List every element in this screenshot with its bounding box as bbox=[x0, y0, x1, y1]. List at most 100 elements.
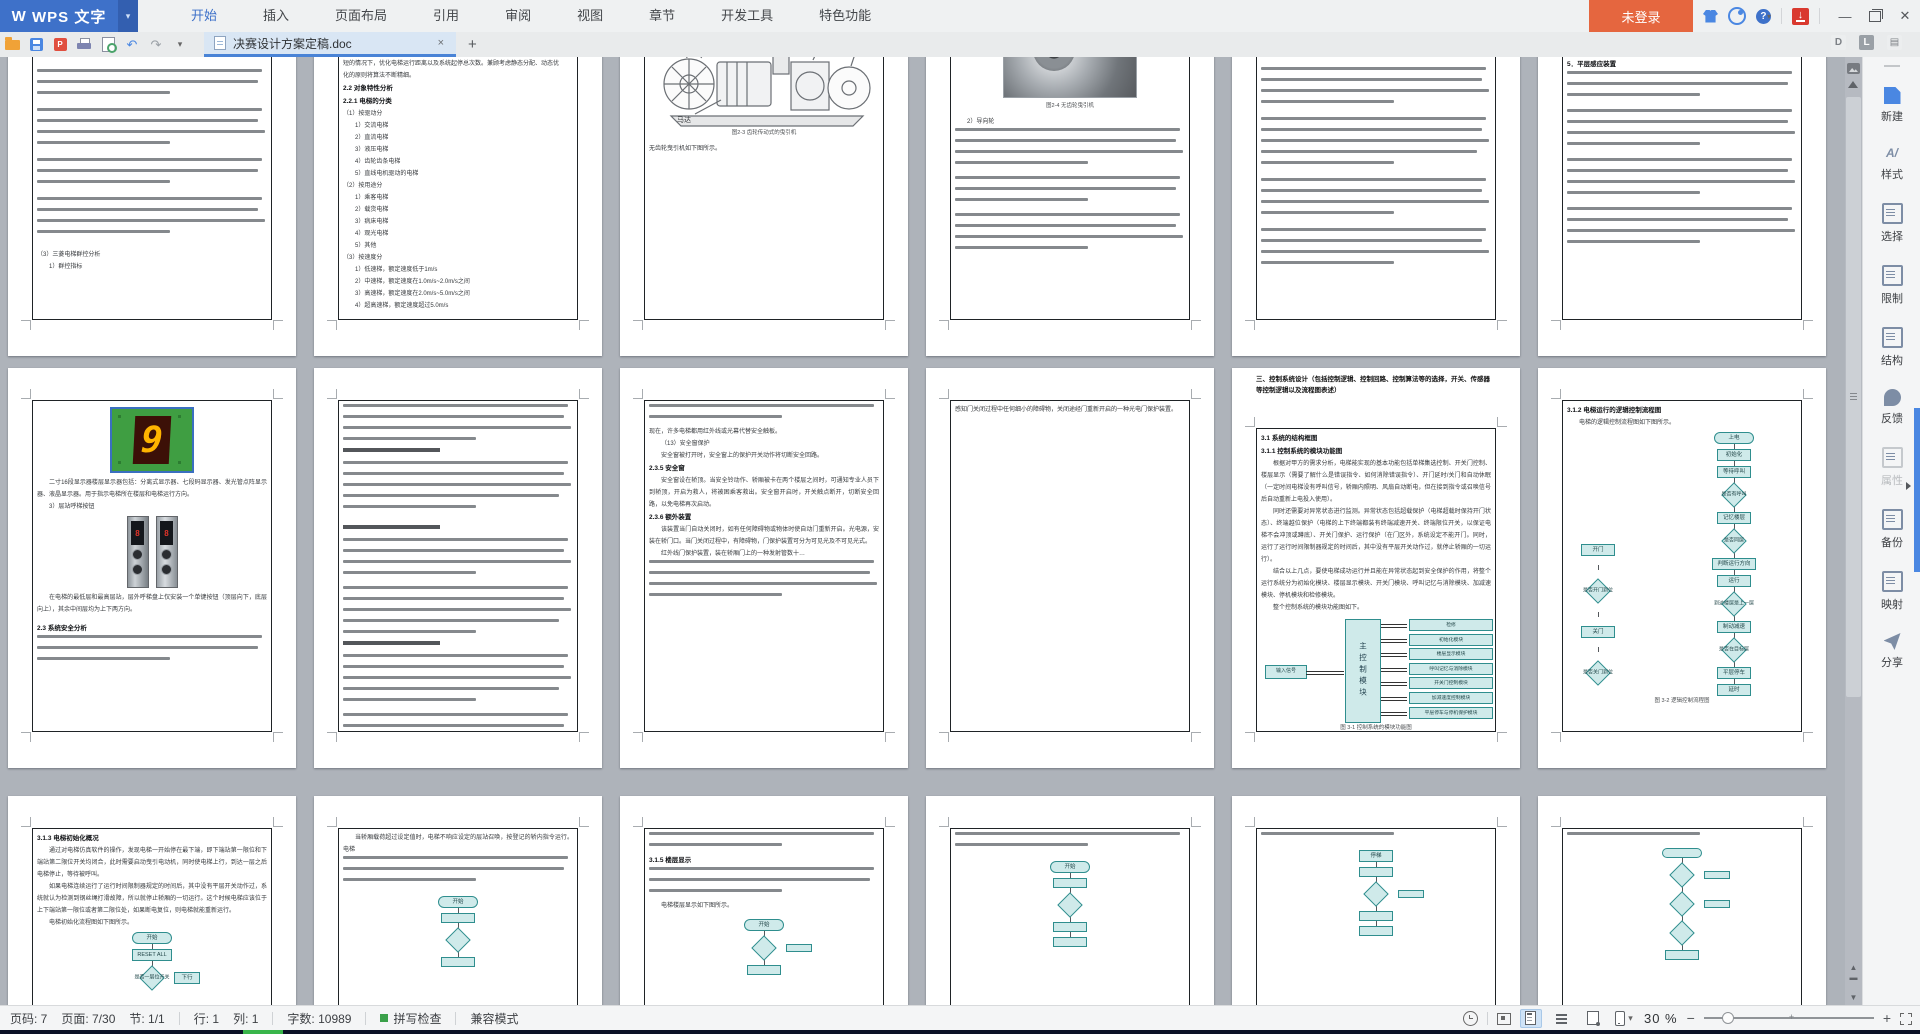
sidebar-item-选择[interactable]: 选择 bbox=[1863, 203, 1920, 244]
margin-mark bbox=[1551, 389, 1561, 399]
print-icon[interactable] bbox=[72, 32, 96, 57]
page-view-button[interactable] bbox=[1520, 1009, 1542, 1028]
undo-icon[interactable]: ↶ bbox=[120, 32, 144, 57]
print-preview-icon[interactable] bbox=[96, 32, 120, 57]
document-page[interactable]: 短的情况下，优化电梯运行距离以及系统起停总次数。兼顾考虑静态分配、动态优化的原则… bbox=[314, 57, 602, 356]
sidebar-accent-bar[interactable] bbox=[1914, 408, 1920, 572]
sidebar-collapse-handle[interactable] bbox=[1884, 65, 1900, 67]
menu-tab-审阅[interactable]: 审阅 bbox=[482, 0, 554, 32]
document-page[interactable] bbox=[314, 368, 602, 768]
spell-check-status[interactable]: 拼写检查 bbox=[380, 1010, 441, 1027]
page-nav-icon[interactable] bbox=[1847, 63, 1860, 74]
document-page[interactable] bbox=[1538, 796, 1826, 1005]
text-line-placeholder bbox=[955, 161, 1088, 164]
title-bar: W WPS 文字 ▾ 开始插入页面布局引用审阅视图章节开发工具特色功能 未登录 … bbox=[0, 0, 1920, 33]
zoom-slider[interactable]: + bbox=[1704, 1011, 1874, 1025]
download-icon[interactable]: ↓ bbox=[1792, 8, 1809, 25]
menu-tab-特色功能[interactable]: 特色功能 bbox=[796, 0, 894, 32]
sidebar-item-label: 限制 bbox=[1881, 290, 1903, 306]
toolbar-dropdown-icon[interactable]: ▾ bbox=[168, 32, 192, 57]
document-tab[interactable]: 决赛设计方案定稿.doc × bbox=[204, 32, 456, 57]
weibo-icon[interactable] bbox=[1728, 7, 1746, 25]
side-mode-icon[interactable]: D bbox=[1831, 35, 1846, 50]
task-window-icon[interactable]: L bbox=[1859, 35, 1874, 50]
vertical-scrollbar[interactable]: ▲▬ ▼ bbox=[1845, 57, 1862, 1005]
status-word-count[interactable]: 字数: 10989 bbox=[287, 1010, 351, 1027]
doc-line: 1）交流电梯 bbox=[343, 120, 573, 132]
document-page[interactable]: 现在，许多电梯都用红外线或光幕代替安全触板。（13）安全窗保护安全窗被打开时，安… bbox=[620, 368, 908, 768]
new-tab-button[interactable]: + bbox=[468, 36, 477, 53]
document-page[interactable]: 停梯 bbox=[1232, 796, 1520, 1005]
document-page[interactable]: 当轿厢载荷超过设定值时，电梯不响应设定的层站召唤，按登记的轿内指令运行。电梯开始 bbox=[314, 796, 602, 1005]
document-page[interactable]: 感知门关闭过程中任何细小的障碍物，关闭途经门重新开启的一种光电门保护装置。 bbox=[926, 368, 1214, 768]
document-page[interactable]: 3.1.2 电梯运行的逻辑控制流程图电梯的逻辑控制流程图如下图所示。上电初始化等… bbox=[1538, 368, 1826, 768]
document-page[interactable]: 曳引轮图2-4 无齿轮曳引机2）导向轮 bbox=[926, 57, 1214, 356]
history-icon[interactable] bbox=[1463, 1011, 1478, 1026]
document-page[interactable]: 3.1.3 电梯初始化概况通过对电梯仿真软件的操作，发现电梯一开始停在最下端，即… bbox=[8, 796, 296, 1005]
save-icon[interactable] bbox=[24, 32, 48, 57]
zoom-out-button[interactable]: − bbox=[1687, 1010, 1695, 1026]
fit-page-icon[interactable] bbox=[1900, 1013, 1912, 1025]
scrollbar-thumb[interactable] bbox=[1846, 97, 1861, 697]
zoom-slider-thumb[interactable] bbox=[1722, 1012, 1734, 1024]
margin-mark bbox=[1245, 732, 1255, 742]
status-section: 节: 1/1 bbox=[129, 1010, 164, 1027]
restore-button[interactable] bbox=[1860, 0, 1890, 32]
sidebar-item-映射[interactable]: 映射 bbox=[1863, 571, 1920, 612]
menu-tab-页面布局[interactable]: 页面布局 bbox=[312, 0, 410, 32]
sidebar-item-限制[interactable]: 限制 bbox=[1863, 265, 1920, 306]
menu-tab-引用[interactable]: 引用 bbox=[410, 0, 482, 32]
logo-caret-icon[interactable]: ▾ bbox=[118, 0, 138, 32]
redo-icon[interactable]: ↷ bbox=[144, 32, 168, 57]
zoom-level[interactable]: 30 % bbox=[1644, 1011, 1678, 1026]
wps-logo[interactable]: W WPS 文字 bbox=[0, 0, 118, 32]
document-page[interactable]: 马达风机制动器（抱闸）减速齿轮箱盘车手轮/飞轮曳引轮马达图2-3 齿轮传动式的曳… bbox=[620, 57, 908, 356]
sidebar-item-反馈[interactable]: 反馈 bbox=[1863, 389, 1920, 426]
menu-tab-开发工具[interactable]: 开发工具 bbox=[698, 0, 796, 32]
menu-tab-开始[interactable]: 开始 bbox=[168, 0, 240, 32]
scroll-up-icon[interactable] bbox=[1848, 81, 1858, 88]
flow-step bbox=[1053, 878, 1087, 888]
document-page[interactable]: 开始 bbox=[926, 796, 1214, 1005]
sidebar-item-分享[interactable]: 分享 bbox=[1863, 633, 1920, 670]
export-pdf-icon[interactable]: P bbox=[48, 32, 72, 57]
close-tab-icon[interactable]: × bbox=[436, 37, 446, 49]
zoom-in-button[interactable]: + bbox=[1883, 1010, 1891, 1026]
sidebar-item-备份[interactable]: 备份 bbox=[1863, 509, 1920, 550]
flow-step: 制动减速 bbox=[1717, 621, 1751, 633]
margin-mark bbox=[633, 732, 643, 742]
margin-mark bbox=[1803, 389, 1813, 399]
document-page[interactable]: 5．平层感应装置 bbox=[1538, 57, 1826, 356]
sidebar-item-结构[interactable]: 结构 bbox=[1863, 327, 1920, 368]
outline-view-button[interactable] bbox=[1551, 1009, 1573, 1028]
sidebar-item-样式[interactable]: A/样式 bbox=[1863, 145, 1920, 182]
login-button[interactable]: 未登录 bbox=[1589, 0, 1693, 32]
fullscreen-view-icon[interactable] bbox=[1497, 1013, 1511, 1025]
menu-tab-章节[interactable]: 章节 bbox=[626, 0, 698, 32]
figure-caption: 图2-4 无齿轮曳引机 bbox=[955, 101, 1185, 112]
web-view-button[interactable] bbox=[1582, 1009, 1604, 1028]
next-page-button[interactable]: ▼ bbox=[1847, 993, 1860, 1003]
diagram-input-box: 输入信号 bbox=[1265, 665, 1307, 679]
sidebar-expand-icon[interactable] bbox=[1906, 482, 1911, 490]
document-page[interactable]: （3）三菱电梯群控分析1）群控指标 bbox=[8, 57, 296, 356]
menu-tab-视图[interactable]: 视图 bbox=[554, 0, 626, 32]
document-page[interactable]: 三、控制系统设计（包括控制逻辑、控制回路、控制算法等的选择，开关、传感器等控制逻… bbox=[1232, 368, 1520, 768]
doc-paragraph: 电梯初始化流程图如下图所示。 bbox=[37, 917, 267, 929]
previous-page-button[interactable]: ▲▬ bbox=[1847, 963, 1860, 983]
document-page[interactable]: 9二寸16段显示器楼层显示器包括：分离式显示器、七段码显示器、发光管点阵显示器、… bbox=[8, 368, 296, 768]
page-text-frame: 9二寸16段显示器楼层显示器包括：分离式显示器、七段码显示器、发光管点阵显示器、… bbox=[32, 400, 272, 732]
help-group[interactable]: ? ▾ bbox=[1756, 9, 1771, 24]
mobile-view-button[interactable]: ▾ bbox=[1613, 1009, 1635, 1028]
open-file-icon[interactable] bbox=[0, 32, 24, 57]
document-canvas[interactable]: （3）三菱电梯群控分析1）群控指标短的情况下，优化电梯运行距离以及系统起停总次数… bbox=[0, 57, 1845, 1005]
sidebar-item-新建[interactable]: 新建 bbox=[1863, 87, 1920, 124]
skin-icon[interactable] bbox=[1703, 10, 1718, 23]
document-page[interactable]: 3.1.5 楼层显示电梯楼层显示如下图所示。开始 bbox=[620, 796, 908, 1005]
close-button[interactable]: ✕ bbox=[1890, 0, 1920, 32]
document-page[interactable] bbox=[1232, 57, 1520, 356]
flow-decision: 是否同层 bbox=[1722, 529, 1746, 553]
minimize-button[interactable]: — bbox=[1830, 0, 1860, 32]
hide-toolbar-icon[interactable]: ▤ bbox=[1887, 35, 1902, 50]
menu-tab-插入[interactable]: 插入 bbox=[240, 0, 312, 32]
